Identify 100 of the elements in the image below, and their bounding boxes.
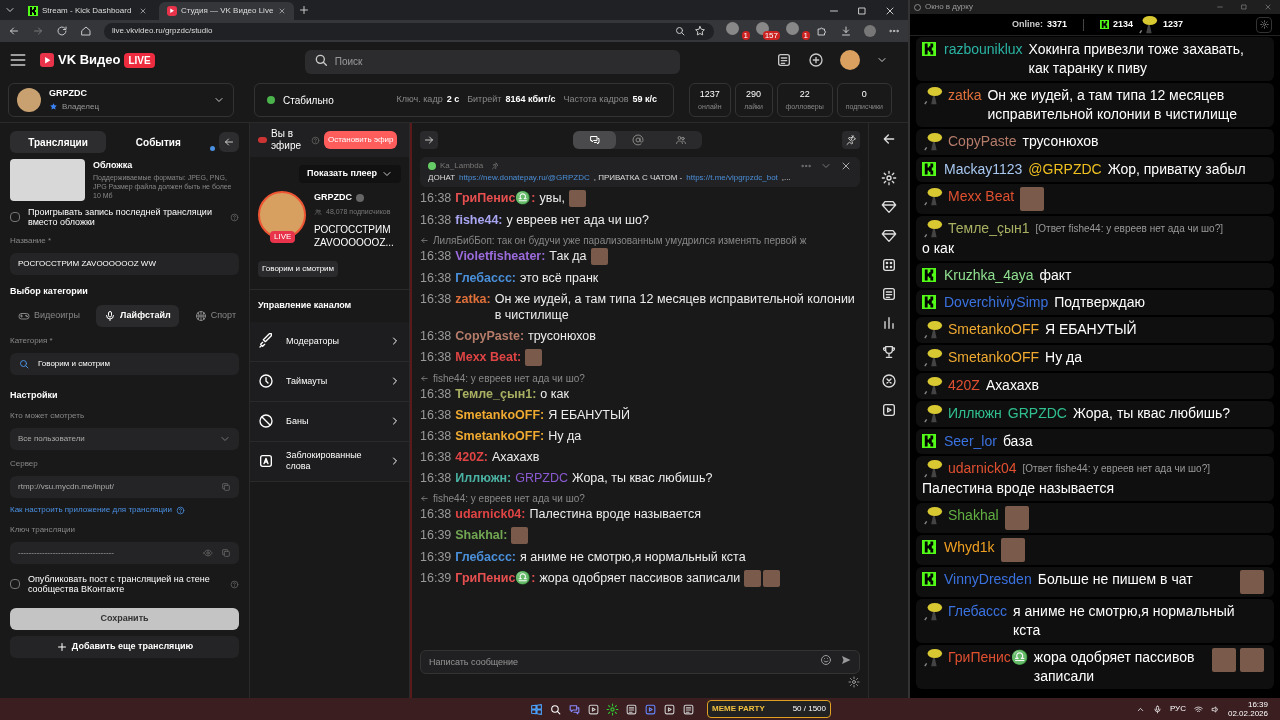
app-icon[interactable]: [625, 702, 638, 716]
category-field[interactable]: Говорим и смотрим: [10, 352, 239, 375]
panel-tab[interactable]: Трансляции: [10, 131, 107, 153]
username[interactable]: SmetankoOFF:: [455, 407, 545, 423]
profile-avatar[interactable]: [864, 25, 876, 37]
username[interactable]: Иллюжн: [948, 404, 1002, 423]
category-tab[interactable]: Видеоигры: [10, 304, 89, 327]
dice-icon[interactable]: [880, 257, 897, 273]
channel-selector[interactable]: GRPZDC Владелец: [8, 83, 234, 117]
home-icon[interactable]: [80, 25, 92, 37]
username[interactable]: udarnick04: [948, 459, 1017, 478]
server-field[interactable]: rtmp://vsu.mycdn.me/input/: [10, 476, 239, 498]
category-tab[interactable]: Спорт: [186, 304, 244, 327]
username[interactable]: Violetfisheater:: [455, 248, 546, 264]
settings-button[interactable]: [1256, 16, 1272, 33]
address-bar[interactable]: live.vkvideo.ru/grpzdc/studio: [104, 22, 714, 40]
windows-start-icon[interactable]: [530, 702, 543, 716]
zoom-icon[interactable]: [674, 25, 686, 37]
username[interactable]: razbouniklux: [944, 40, 1023, 59]
username[interactable]: CopyPaste: [948, 132, 1017, 151]
search-field[interactable]: Поиск: [304, 49, 680, 74]
username[interactable]: Mexx Beat:: [455, 349, 522, 365]
username[interactable]: Whyd1k: [944, 538, 995, 557]
username[interactable]: Иллюжн:: [455, 470, 512, 486]
username[interactable]: Shakhal: [948, 506, 999, 525]
username[interactable]: SmetankoOFF: [948, 348, 1040, 367]
media-app-icon[interactable]: [587, 702, 600, 716]
diamond-icon[interactable]: [880, 199, 897, 215]
add-icon[interactable]: [808, 52, 824, 68]
logo-text[interactable]: VK Видео: [58, 50, 121, 70]
category-tab[interactable]: Лайфстайл: [96, 304, 179, 327]
app-icon[interactable]: [663, 702, 676, 716]
username[interactable]: fishe44:: [455, 212, 503, 228]
list-icon[interactable]: [880, 286, 897, 302]
bookmark-star-icon[interactable]: [694, 25, 706, 37]
pinned-link[interactable]: https://new.donatepay.ru/@GRPZDC: [459, 172, 590, 184]
language-indicator[interactable]: РУС: [1169, 703, 1186, 715]
username[interactable]: VinnyDresden: [944, 570, 1032, 589]
browser-tab[interactable]: Stream - Kick Dashboard: [20, 2, 155, 20]
username[interactable]: Глебассс:: [455, 549, 516, 565]
save-button[interactable]: Сохранить: [10, 608, 239, 630]
help-link[interactable]: Как настроить приложение для трансляции: [10, 504, 172, 516]
speaker-icon[interactable]: [1210, 704, 1220, 714]
avatar[interactable]: [840, 50, 860, 70]
send-icon[interactable]: [840, 654, 852, 666]
cover-thumbnail[interactable]: [10, 159, 85, 201]
panel-tab[interactable]: События: [110, 131, 207, 153]
extension-icon[interactable]: [726, 22, 739, 35]
help-icon[interactable]: [175, 505, 185, 515]
mention[interactable]: GRPZDC: [1007, 404, 1067, 423]
username[interactable]: ГриПенис♎: [948, 648, 1028, 667]
maximize-icon[interactable]: [856, 5, 868, 17]
emoji-icon[interactable]: [820, 654, 832, 666]
extension-icon[interactable]: [786, 22, 799, 35]
username[interactable]: Seer_lor: [944, 432, 997, 451]
message-input[interactable]: Написать сообщение: [420, 650, 860, 674]
username[interactable]: Темле_çын1:: [455, 386, 537, 402]
app-icon[interactable]: [644, 702, 657, 716]
menu-item[interactable]: Таймауты: [250, 361, 409, 402]
username[interactable]: Kruzhka_4aya: [944, 266, 1034, 285]
close-icon[interactable]: [278, 7, 286, 15]
username[interactable]: 420Z: [948, 376, 980, 395]
close-icon[interactable]: [884, 5, 896, 17]
app-icon[interactable]: [682, 702, 695, 716]
username[interactable]: zatka: [948, 86, 982, 105]
username[interactable]: udarnick04:: [455, 506, 526, 522]
mention[interactable]: @GRPZDC: [1028, 160, 1102, 179]
browser-tab[interactable]: Студия — VK Видео Live: [159, 2, 294, 20]
mention[interactable]: GRPZDC: [515, 470, 568, 486]
username[interactable]: zatka:: [455, 291, 491, 307]
username[interactable]: DoverchiviySimp: [944, 293, 1049, 312]
username[interactable]: 420Z:: [455, 449, 488, 465]
menu-item[interactable]: Модераторы: [250, 321, 409, 362]
collapse-button[interactable]: [420, 131, 438, 149]
pin-button[interactable]: [842, 131, 860, 149]
menu-item[interactable]: Баны: [250, 401, 409, 442]
title-field[interactable]: РОСГОССТРИМ ZAVOOOOOOZ WW: [10, 253, 239, 275]
play-icon[interactable]: [880, 402, 897, 418]
username[interactable]: ГриПенис♎:: [455, 570, 536, 586]
microphone-icon[interactable]: [1152, 704, 1162, 714]
pinned-link[interactable]: https://t.me/vipgrpzdc_bot: [686, 172, 778, 184]
username[interactable]: Глебассс: [948, 602, 1008, 621]
username[interactable]: Темле_çын1: [948, 219, 1030, 238]
trophy-icon[interactable]: [880, 344, 897, 360]
chat-tab[interactable]: [573, 131, 616, 149]
search-icon[interactable]: [549, 702, 562, 716]
diamond-icon[interactable]: [880, 228, 897, 244]
checkbox[interactable]: [10, 212, 20, 222]
username[interactable]: Mexx Beat: [948, 187, 1015, 206]
username[interactable]: Mackay1123: [944, 160, 1023, 179]
new-tab-icon[interactable]: [298, 4, 310, 16]
add-stream-button[interactable]: Добавить еще трансляцию: [10, 636, 239, 658]
close-icon[interactable]: [139, 7, 147, 15]
checkbox[interactable]: [10, 579, 20, 589]
username[interactable]: Shakhal:: [455, 527, 508, 543]
app-icon[interactable]: [606, 702, 619, 716]
show-player-button[interactable]: Показать плеер: [299, 165, 401, 183]
back-button[interactable]: [219, 132, 239, 152]
cancel-icon[interactable]: [880, 373, 897, 389]
network-icon[interactable]: [1193, 704, 1203, 714]
